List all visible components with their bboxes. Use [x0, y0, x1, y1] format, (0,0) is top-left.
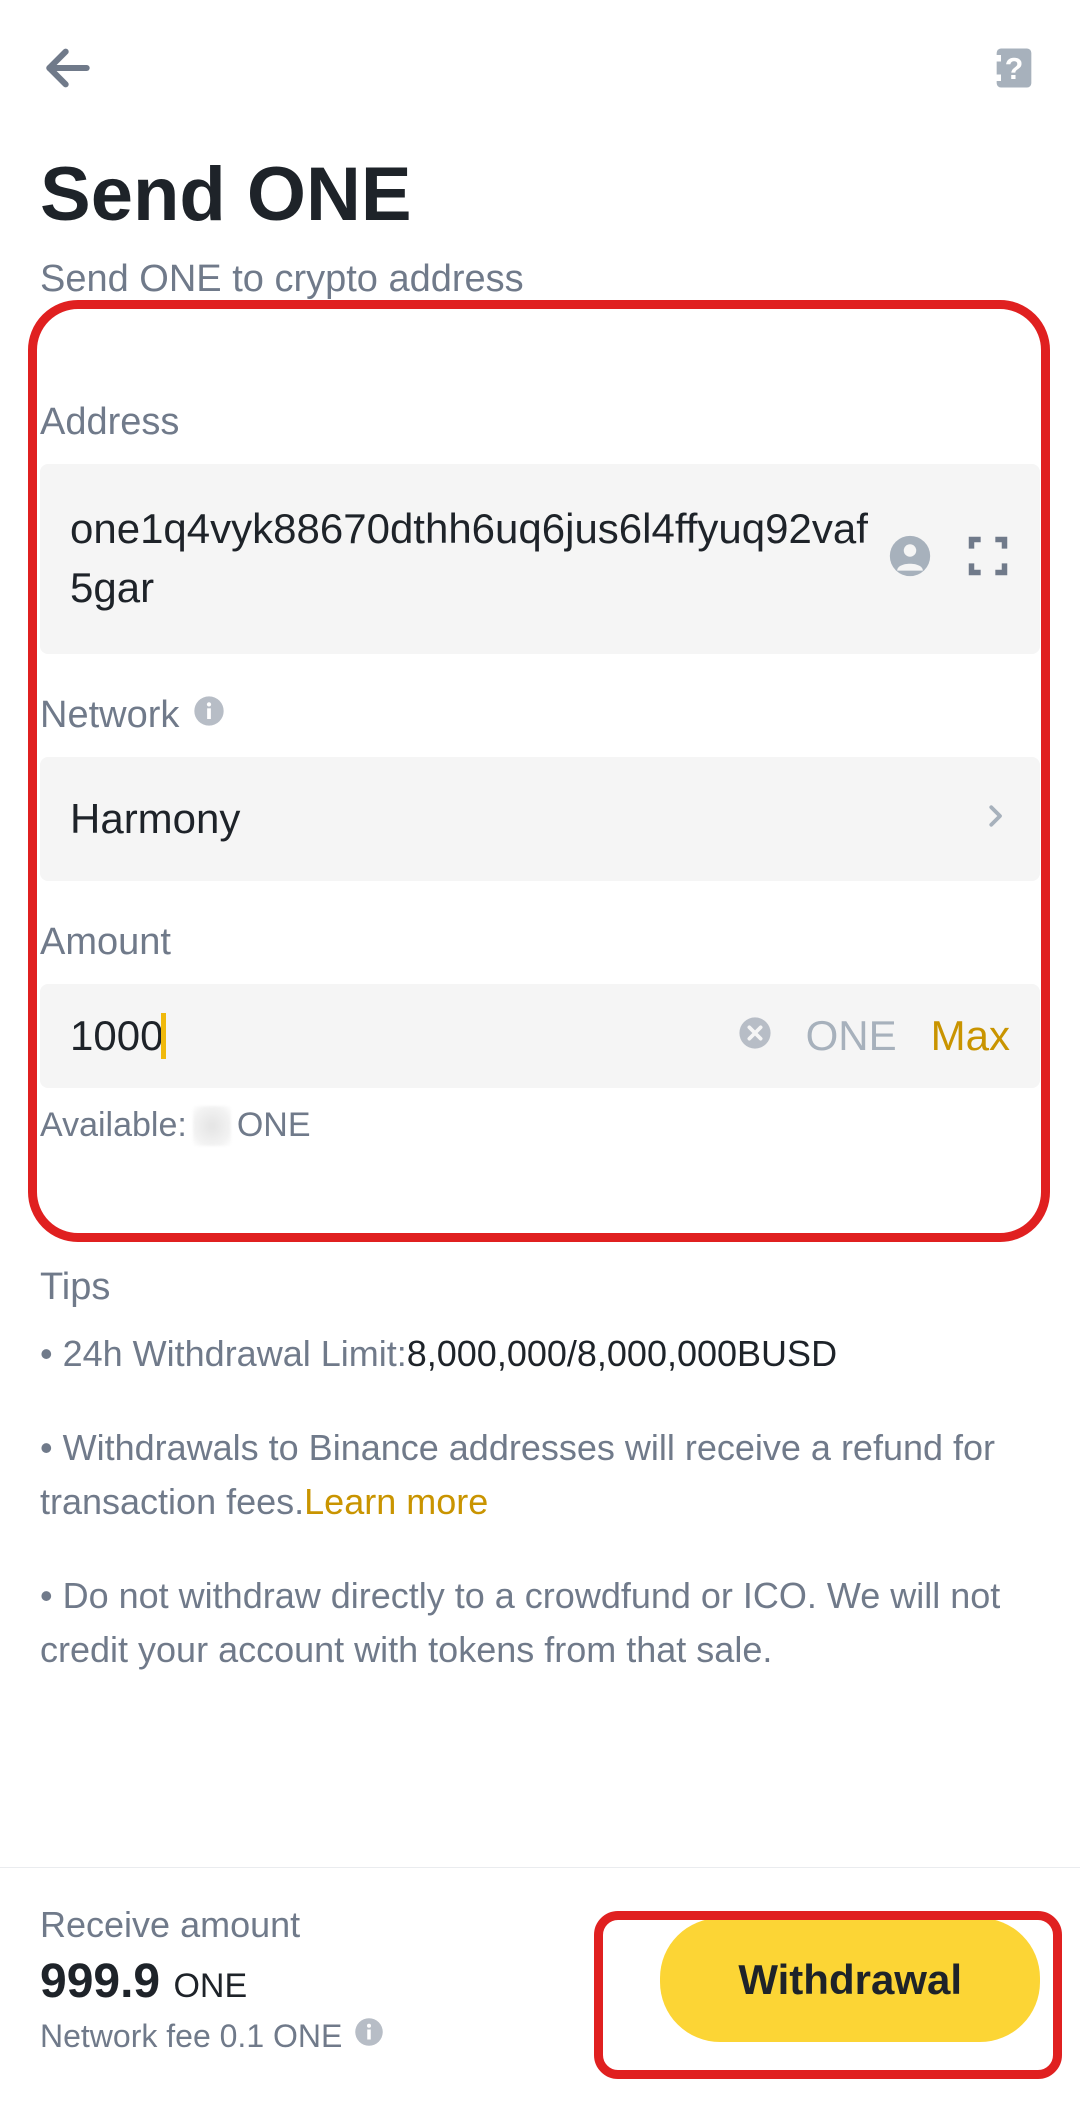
text-cursor — [161, 1013, 166, 1059]
info-icon[interactable] — [354, 2017, 384, 2055]
svg-text:?: ? — [1005, 53, 1024, 86]
network-select[interactable]: Harmony — [40, 757, 1040, 881]
tip-refund: • Withdrawals to Binance addresses will … — [40, 1421, 1040, 1529]
page-title: Send ONE — [0, 111, 1080, 248]
page-subtitle: Send ONE to crypto address — [0, 248, 1080, 331]
amount-value[interactable]: 1000 — [70, 1012, 163, 1060]
redacted-balance — [193, 1106, 231, 1146]
learn-more-link[interactable]: Learn more — [304, 1481, 488, 1522]
network-label: Network — [40, 694, 1040, 737]
max-button[interactable]: Max — [931, 1012, 1010, 1060]
receive-amount-value: 999.9 ONE — [40, 1954, 384, 2009]
receive-amount-label: Receive amount — [40, 1904, 384, 1946]
available-balance: Available: ONE — [40, 1106, 1040, 1146]
address-input-box[interactable]: one1q4vyk88670dthh6uq6jus6l4ffyuq92vaf5g… — [40, 464, 1040, 654]
tip-crowdfund: • Do not withdraw directly to a crowdfun… — [40, 1569, 1040, 1677]
address-label: Address — [40, 401, 1040, 444]
info-icon[interactable] — [193, 694, 225, 737]
network-fee: Network fee 0.1 ONE — [40, 2017, 384, 2055]
tip-withdrawal-limit: • 24h Withdrawal Limit:8,000,000/8,000,0… — [40, 1327, 1040, 1381]
address-value: one1q4vyk88670dthh6uq6jus6l4ffyuq92vaf5g… — [70, 500, 868, 618]
amount-label: Amount — [40, 921, 1040, 964]
contact-icon[interactable] — [888, 534, 932, 583]
help-icon[interactable]: ? — [988, 42, 1040, 99]
amount-input-box[interactable]: 1000 ONE Max — [40, 984, 1040, 1088]
withdrawal-button[interactable]: Withdrawal — [660, 1918, 1040, 2042]
clear-icon[interactable] — [738, 1016, 772, 1055]
tips-heading: Tips — [40, 1266, 1040, 1309]
back-arrow-icon[interactable] — [40, 40, 96, 101]
chevron-right-icon — [980, 801, 1010, 836]
network-value: Harmony — [70, 795, 240, 843]
scan-qr-icon[interactable] — [966, 534, 1010, 583]
currency-code: ONE — [806, 1012, 897, 1060]
